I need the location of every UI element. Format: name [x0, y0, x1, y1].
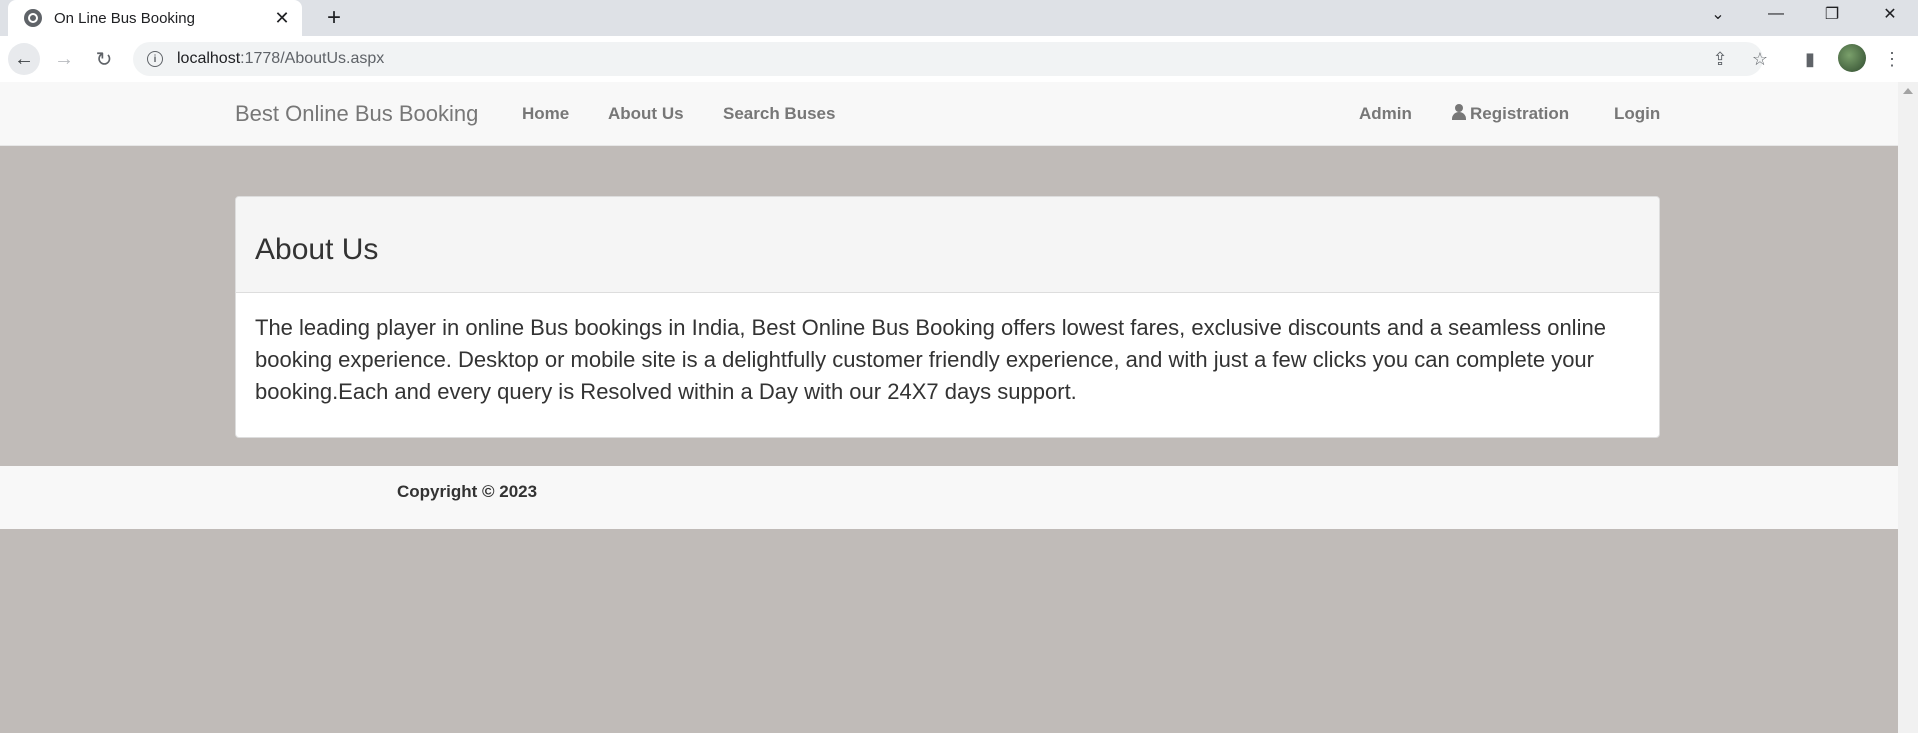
- browser-toolbar: ← → ↻ i localhost:1778/AboutUs.aspx ⇪ ☆ …: [0, 36, 1918, 83]
- minimize-icon[interactable]: —: [1752, 0, 1800, 28]
- nav-registration[interactable]: Registration: [1452, 104, 1569, 124]
- back-icon[interactable]: ←: [8, 43, 40, 75]
- close-window-icon[interactable]: ✕: [1866, 0, 1914, 28]
- nav-registration-label: Registration: [1470, 104, 1570, 123]
- tab-title: On Line Bus Booking: [54, 9, 195, 27]
- scroll-up-icon[interactable]: [1903, 88, 1913, 94]
- page-title: About Us: [255, 233, 379, 266]
- forward-icon[interactable]: →: [48, 43, 80, 75]
- new-tab-button[interactable]: +: [320, 4, 348, 32]
- panel-heading: About Us: [236, 197, 1659, 293]
- address-bar[interactable]: i localhost:1778/AboutUs.aspx: [133, 42, 1763, 76]
- share-icon[interactable]: ⇪: [1704, 43, 1736, 75]
- browser-tab[interactable]: On Line Bus Booking ✕: [8, 0, 302, 36]
- user-icon: [1452, 104, 1466, 120]
- nav-login[interactable]: Login: [1614, 104, 1660, 124]
- globe-icon: [24, 9, 42, 27]
- sidepanel-icon[interactable]: ▮: [1794, 43, 1826, 75]
- tab-search-icon[interactable]: ⌄: [1694, 0, 1742, 28]
- menu-icon[interactable]: ⋮: [1876, 43, 1908, 75]
- nav-home[interactable]: Home: [522, 104, 569, 124]
- page-content: Best Online Bus Booking Home About Us Se…: [0, 82, 1898, 733]
- reload-icon[interactable]: ↻: [88, 43, 120, 75]
- url-text: localhost:1778/AboutUs.aspx: [177, 50, 385, 67]
- about-text: The leading player in online Bus booking…: [255, 315, 1606, 404]
- restore-icon[interactable]: ❐: [1808, 0, 1856, 28]
- scrollbar[interactable]: [1898, 82, 1918, 733]
- nav-search-buses[interactable]: Search Buses: [723, 104, 835, 124]
- avatar[interactable]: [1838, 44, 1866, 72]
- site-navbar: Best Online Bus Booking Home About Us Se…: [0, 82, 1898, 146]
- nav-about-us[interactable]: About Us: [608, 104, 684, 124]
- brand-link[interactable]: Best Online Bus Booking: [235, 101, 478, 127]
- star-icon[interactable]: ☆: [1744, 43, 1776, 75]
- footer: Copyright © 2023: [0, 466, 1898, 529]
- info-icon[interactable]: i: [147, 51, 163, 67]
- copyright-text: Copyright © 2023: [397, 482, 538, 501]
- nav-admin[interactable]: Admin: [1359, 104, 1412, 124]
- about-panel: About Us The leading player in online Bu…: [235, 196, 1660, 438]
- browser-tabbar: On Line Bus Booking ✕ + ⌄ — ❐ ✕: [0, 0, 1918, 36]
- tab-close-icon[interactable]: ✕: [272, 8, 292, 28]
